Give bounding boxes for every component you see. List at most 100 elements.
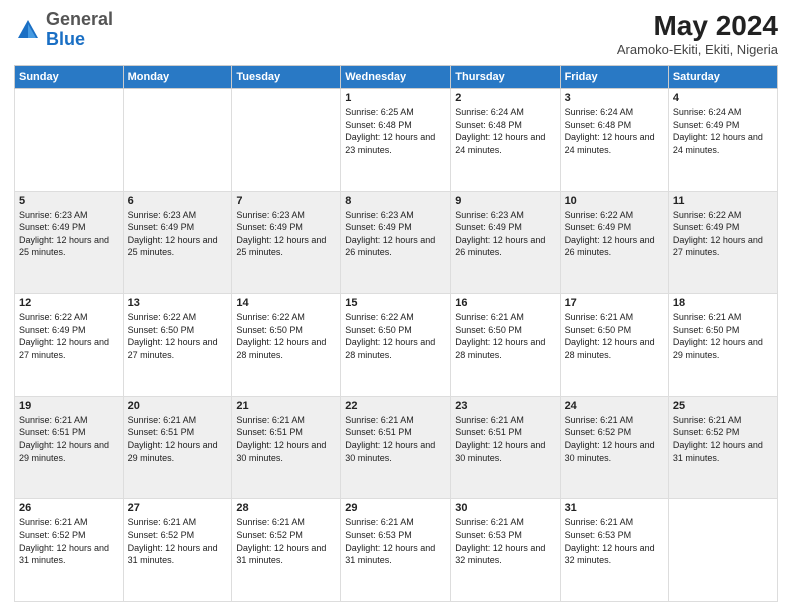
day-info: Sunrise: 6:24 AMSunset: 6:49 PMDaylight:… (673, 106, 773, 156)
day-number: 26 (19, 502, 119, 514)
week-row-4: 19 Sunrise: 6:21 AMSunset: 6:51 PMDayligh… (15, 396, 778, 499)
col-header-wednesday: Wednesday (341, 66, 451, 89)
day-info: Sunrise: 6:25 AMSunset: 6:48 PMDaylight:… (345, 106, 446, 156)
day-number: 12 (19, 297, 119, 309)
day-cell: 11 Sunrise: 6:22 AMSunset: 6:49 PMDayligh… (668, 191, 777, 294)
day-cell: 16 Sunrise: 6:21 AMSunset: 6:50 PMDayligh… (451, 294, 560, 397)
day-info: Sunrise: 6:23 AMSunset: 6:49 PMDaylight:… (455, 209, 555, 259)
day-info: Sunrise: 6:23 AMSunset: 6:49 PMDaylight:… (236, 209, 336, 259)
location: Aramoko-Ekiti, Ekiti, Nigeria (617, 42, 778, 57)
day-info: Sunrise: 6:21 AMSunset: 6:50 PMDaylight:… (455, 311, 555, 361)
day-cell: 30 Sunrise: 6:21 AMSunset: 6:53 PMDayligh… (451, 499, 560, 602)
day-cell: 14 Sunrise: 6:22 AMSunset: 6:50 PMDayligh… (232, 294, 341, 397)
day-info: Sunrise: 6:21 AMSunset: 6:51 PMDaylight:… (455, 414, 555, 464)
day-cell: 13 Sunrise: 6:22 AMSunset: 6:50 PMDayligh… (123, 294, 232, 397)
day-cell: 12 Sunrise: 6:22 AMSunset: 6:49 PMDayligh… (15, 294, 124, 397)
day-info: Sunrise: 6:21 AMSunset: 6:52 PMDaylight:… (236, 516, 336, 566)
day-info: Sunrise: 6:22 AMSunset: 6:49 PMDaylight:… (565, 209, 664, 259)
day-cell: 18 Sunrise: 6:21 AMSunset: 6:50 PMDayligh… (668, 294, 777, 397)
day-cell: 26Sunrise: 6:21 AMSunset: 6:52 PMDayligh… (15, 499, 124, 602)
day-number: 28 (236, 502, 336, 514)
col-header-thursday: Thursday (451, 66, 560, 89)
day-cell: 31 Sunrise: 6:21 AMSunset: 6:53 PMDayligh… (560, 499, 668, 602)
day-info: Sunrise: 6:21 AMSunset: 6:50 PMDaylight:… (565, 311, 664, 361)
day-info: Sunrise: 6:22 AMSunset: 6:49 PMDaylight:… (19, 311, 119, 361)
col-header-monday: Monday (123, 66, 232, 89)
day-cell: 3Sunrise: 6:24 AMSunset: 6:48 PMDaylight… (560, 89, 668, 192)
day-number: 9 (455, 195, 555, 207)
day-cell: 24Sunrise: 6:21 AMSunset: 6:52 PMDayligh… (560, 396, 668, 499)
day-info: Sunrise: 6:21 AMSunset: 6:51 PMDaylight:… (345, 414, 446, 464)
day-cell: 28 Sunrise: 6:21 AMSunset: 6:52 PMDayligh… (232, 499, 341, 602)
day-info: Sunrise: 6:21 AMSunset: 6:51 PMDaylight:… (236, 414, 336, 464)
day-number: 11 (673, 195, 773, 207)
day-info: Sunrise: 6:22 AMSunset: 6:50 PMDaylight:… (236, 311, 336, 361)
day-info: Sunrise: 6:21 AMSunset: 6:52 PMDaylight:… (673, 414, 773, 464)
day-number: 15 (345, 297, 446, 309)
day-number: 29 (345, 502, 446, 514)
day-cell: 10 Sunrise: 6:22 AMSunset: 6:49 PMDayligh… (560, 191, 668, 294)
day-number: 10 (565, 195, 664, 207)
day-cell: 29Sunrise: 6:21 AMSunset: 6:53 PMDayligh… (341, 499, 451, 602)
logo-blue-text: Blue (46, 29, 85, 49)
day-number: 30 (455, 502, 555, 514)
day-number: 14 (236, 297, 336, 309)
day-number: 13 (128, 297, 228, 309)
col-header-sunday: Sunday (15, 66, 124, 89)
day-number: 8 (345, 195, 446, 207)
day-info: Sunrise: 6:23 AMSunset: 6:49 PMDaylight:… (128, 209, 228, 259)
day-number: 1 (345, 92, 446, 104)
day-info: Sunrise: 6:22 AMSunset: 6:50 PMDaylight:… (128, 311, 228, 361)
calendar-table: SundayMondayTuesdayWednesdayThursdayFrid… (14, 65, 778, 602)
day-cell: 21Sunrise: 6:21 AMSunset: 6:51 PMDayligh… (232, 396, 341, 499)
logo: General Blue (14, 10, 113, 50)
day-number: 23 (455, 400, 555, 412)
day-cell: 2Sunrise: 6:24 AMSunset: 6:48 PMDaylight… (451, 89, 560, 192)
day-cell (123, 89, 232, 192)
day-number: 27 (128, 502, 228, 514)
day-number: 20 (128, 400, 228, 412)
day-number: 16 (455, 297, 555, 309)
day-cell: 19 Sunrise: 6:21 AMSunset: 6:51 PMDayligh… (15, 396, 124, 499)
logo-general-text: General (46, 9, 113, 29)
day-number: 19 (19, 400, 119, 412)
week-row-3: 12 Sunrise: 6:22 AMSunset: 6:49 PMDayligh… (15, 294, 778, 397)
day-cell: 8 Sunrise: 6:23 AMSunset: 6:49 PMDaylight… (341, 191, 451, 294)
day-cell (15, 89, 124, 192)
day-cell: 25 Sunrise: 6:21 AMSunset: 6:52 PMDayligh… (668, 396, 777, 499)
day-number: 4 (673, 92, 773, 104)
day-info: Sunrise: 6:22 AMSunset: 6:50 PMDaylight:… (345, 311, 446, 361)
day-number: 6 (128, 195, 228, 207)
day-info: Sunrise: 6:21 AMSunset: 6:53 PMDaylight:… (455, 516, 555, 566)
day-info: Sunrise: 6:21 AMSunset: 6:51 PMDaylight:… (128, 414, 228, 464)
day-cell: 4 Sunrise: 6:24 AMSunset: 6:49 PMDaylight… (668, 89, 777, 192)
day-info: Sunrise: 6:21 AMSunset: 6:53 PMDaylight:… (565, 516, 664, 566)
day-info: Sunrise: 6:22 AMSunset: 6:49 PMDaylight:… (673, 209, 773, 259)
day-number: 7 (236, 195, 336, 207)
day-info: Sunrise: 6:23 AMSunset: 6:49 PMDaylight:… (345, 209, 446, 259)
logo-text: General Blue (46, 10, 113, 50)
header-row: SundayMondayTuesdayWednesdayThursdayFrid… (15, 66, 778, 89)
month-year: May 2024 (617, 10, 778, 42)
day-number: 18 (673, 297, 773, 309)
week-row-1: 1 Sunrise: 6:25 AMSunset: 6:48 PMDaylight… (15, 89, 778, 192)
day-number: 31 (565, 502, 664, 514)
week-row-5: 26 Sunrise: 6:21 AMSunset: 6:52 PMDayligh… (15, 499, 778, 602)
day-info: Sunrise: 6:23 AMSunset: 6:49 PMDaylight:… (19, 209, 119, 259)
logo-icon (14, 16, 42, 44)
day-info: Sunrise: 6:21 AMSunset: 6:51 PMDaylight:… (19, 414, 119, 464)
title-block: May 2024 Aramoko-Ekiti, Ekiti, Nigeria (617, 10, 778, 57)
calendar-page: General Blue May 2024 Aramoko-Ekiti, Eki… (0, 0, 792, 612)
col-header-tuesday: Tuesday (232, 66, 341, 89)
day-info: Sunrise: 6:21 AMSunset: 6:52 PMDaylight:… (128, 516, 228, 566)
day-cell: 17 Sunrise: 6:21 AMSunset: 6:50 PMDayligh… (560, 294, 668, 397)
day-cell: 20 Sunrise: 6:21 AMSunset: 6:51 PMDayligh… (123, 396, 232, 499)
day-number: 25 (673, 400, 773, 412)
day-number: 2 (455, 92, 555, 104)
day-info: Sunrise: 6:21 AMSunset: 6:50 PMDaylight:… (673, 311, 773, 361)
col-header-friday: Friday (560, 66, 668, 89)
day-number: 3 (565, 92, 664, 104)
col-header-saturday: Saturday (668, 66, 777, 89)
day-cell: 9 Sunrise: 6:23 AMSunset: 6:49 PMDaylight… (451, 191, 560, 294)
day-number: 17 (565, 297, 664, 309)
